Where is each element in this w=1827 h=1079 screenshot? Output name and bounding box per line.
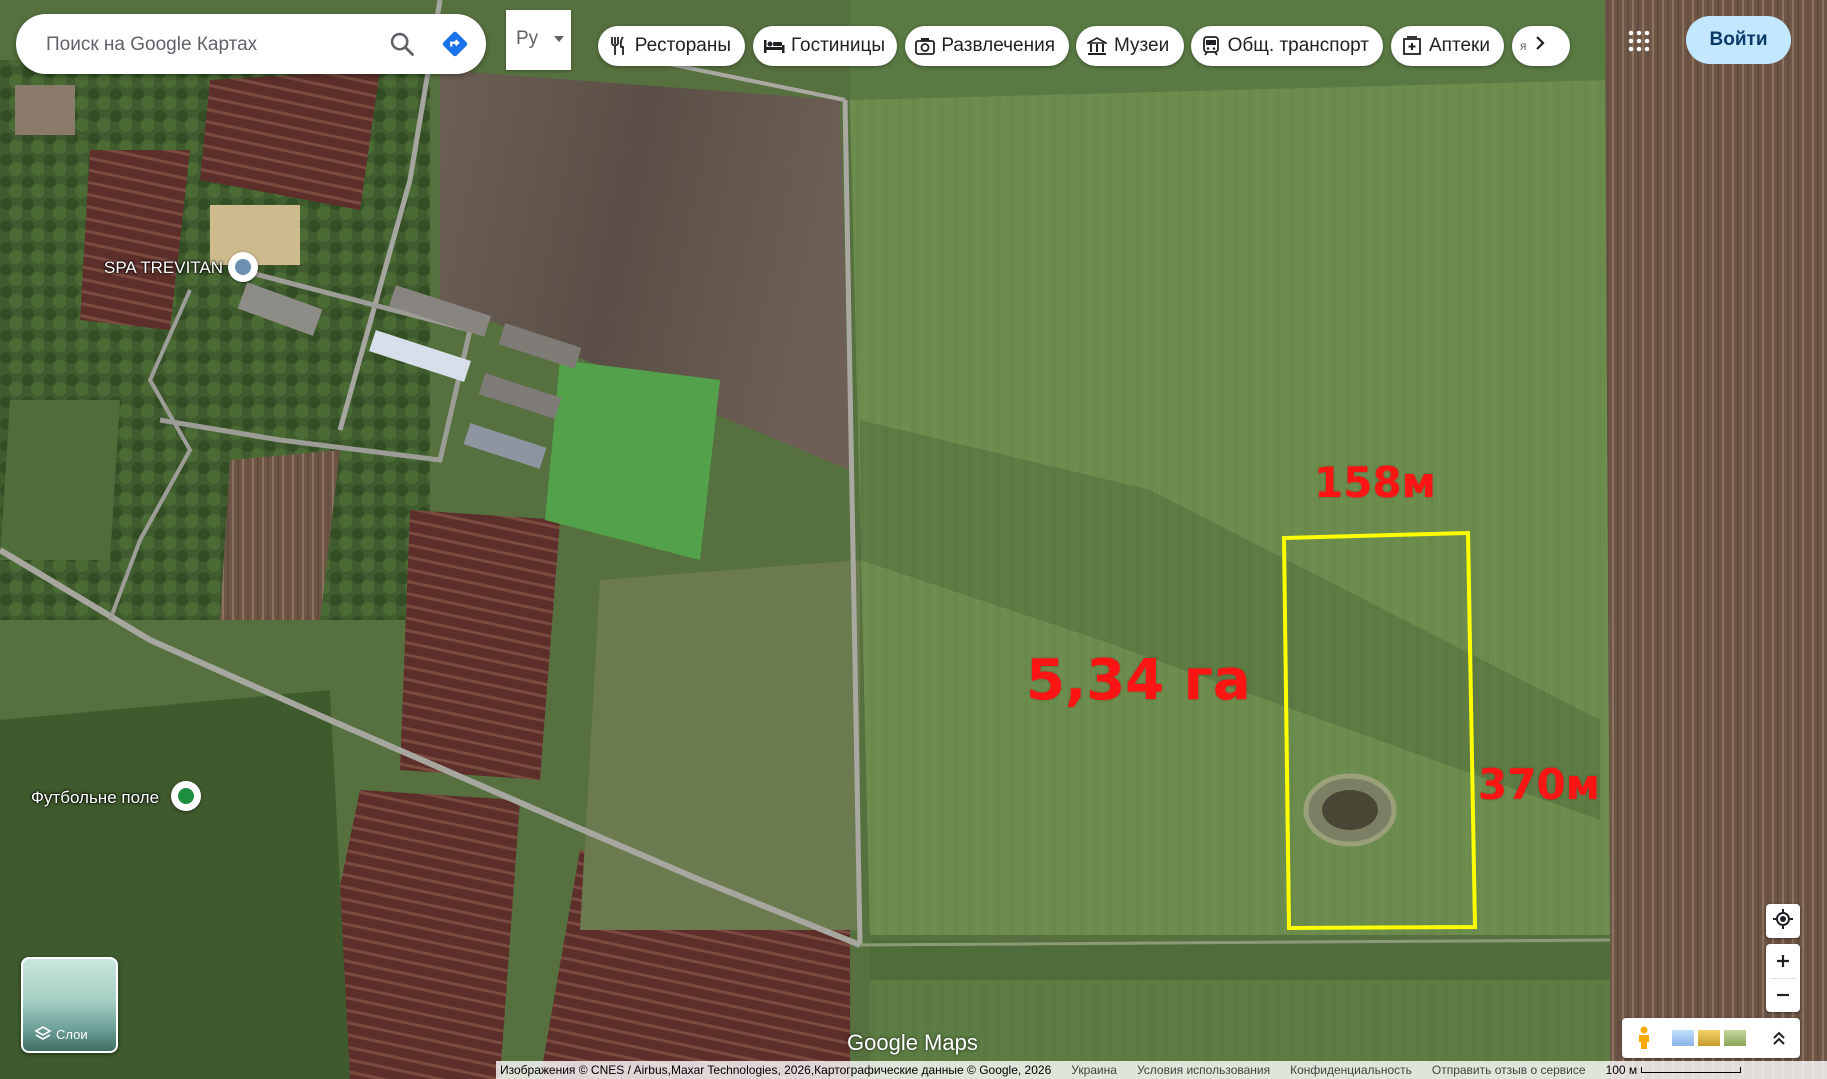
google-maps-logo: Google Maps xyxy=(847,1030,978,1055)
category-label: я xyxy=(1520,39,1527,53)
transit-icon xyxy=(1201,35,1222,57)
place-pin-icon[interactable] xyxy=(171,781,201,811)
footer-terms-link[interactable]: Условия использования xyxy=(1137,1063,1270,1077)
hotel-icon xyxy=(763,35,785,57)
search-icon[interactable] xyxy=(388,30,416,58)
apps-grid-icon[interactable] xyxy=(1628,30,1650,52)
scale-label: 100 м xyxy=(1605,1063,1638,1077)
chevron-right-icon[interactable] xyxy=(1533,35,1547,57)
category-chip-more[interactable]: я xyxy=(1512,26,1570,66)
footer-country[interactable]: Украина xyxy=(1071,1063,1117,1077)
layers-icon xyxy=(34,1025,52,1048)
footer-bar: Изображения © CNES / Airbus,Maxar Techno… xyxy=(496,1061,1827,1079)
layers-button[interactable]: Слои xyxy=(21,957,118,1053)
my-location-icon xyxy=(1772,908,1794,935)
directions-icon[interactable] xyxy=(440,29,470,59)
zoom-in-button[interactable] xyxy=(1775,944,1791,978)
category-label: Общ. транспорт xyxy=(1227,35,1369,56)
category-chip-pharmacies[interactable]: Аптеки xyxy=(1391,26,1504,66)
scale-line xyxy=(1641,1067,1742,1073)
category-label: Аптеки xyxy=(1429,35,1490,56)
zoom-controls xyxy=(1766,944,1800,1012)
category-chip-entertainment[interactable]: Развлечения xyxy=(905,26,1069,66)
category-label: Развлечения xyxy=(941,35,1055,56)
category-chip-museums[interactable]: Музеи xyxy=(1076,26,1184,66)
signin-button[interactable]: Войти xyxy=(1686,16,1791,64)
pegman-icon[interactable] xyxy=(1636,1026,1652,1055)
imagery-thumbnail[interactable] xyxy=(1672,1030,1694,1046)
language-selected: Ру xyxy=(516,28,539,49)
search-input[interactable] xyxy=(44,28,378,62)
category-chip-restaurants[interactable]: Рестораны xyxy=(598,26,745,66)
category-label: Музеи xyxy=(1114,35,1170,56)
annotation-width: 158м xyxy=(1314,458,1437,507)
footer-feedback-link[interactable]: Отправить отзыв о сервисе xyxy=(1432,1063,1586,1077)
zoom-out-button[interactable] xyxy=(1770,977,1796,1013)
category-label: Гостиницы xyxy=(791,35,886,56)
camera-icon xyxy=(915,35,936,57)
imagery-thumbnail[interactable] xyxy=(1724,1030,1746,1046)
my-location-button[interactable] xyxy=(1766,904,1800,938)
pharmacy-icon xyxy=(1401,35,1423,57)
chevron-down-icon xyxy=(554,36,564,42)
search-box[interactable] xyxy=(16,14,486,74)
place-pin-icon[interactable] xyxy=(228,252,258,282)
footer-attribution: Изображения © CNES / Airbus,Maxar Techno… xyxy=(500,1063,1052,1077)
restaurant-icon xyxy=(608,35,629,57)
place-label-spa[interactable]: SPA TREVITAN xyxy=(104,258,223,278)
signin-label: Войти xyxy=(1709,29,1768,50)
language-select[interactable]: Ру xyxy=(506,10,571,70)
category-chip-hotels[interactable]: Гостиницы xyxy=(753,26,897,66)
satellite-map[interactable] xyxy=(0,0,1827,1079)
footer-privacy-link[interactable]: Конфиденциальность xyxy=(1290,1063,1412,1077)
annotation-length: 370м xyxy=(1478,760,1601,809)
scale-bar[interactable]: 100 м xyxy=(1606,1063,1742,1077)
annotation-area: 5,34 га xyxy=(1026,648,1251,713)
place-label-football-field[interactable]: Футбольне поле xyxy=(31,788,159,808)
layers-label: Слои xyxy=(56,1027,88,1042)
imagery-bar xyxy=(1622,1018,1800,1058)
chevron-up-icon[interactable] xyxy=(1772,1030,1786,1051)
category-chip-transit[interactable]: Общ. транспорт xyxy=(1191,26,1383,66)
museum-icon xyxy=(1086,35,1108,57)
category-label: Рестораны xyxy=(634,35,731,56)
imagery-thumbnail[interactable] xyxy=(1698,1030,1720,1046)
